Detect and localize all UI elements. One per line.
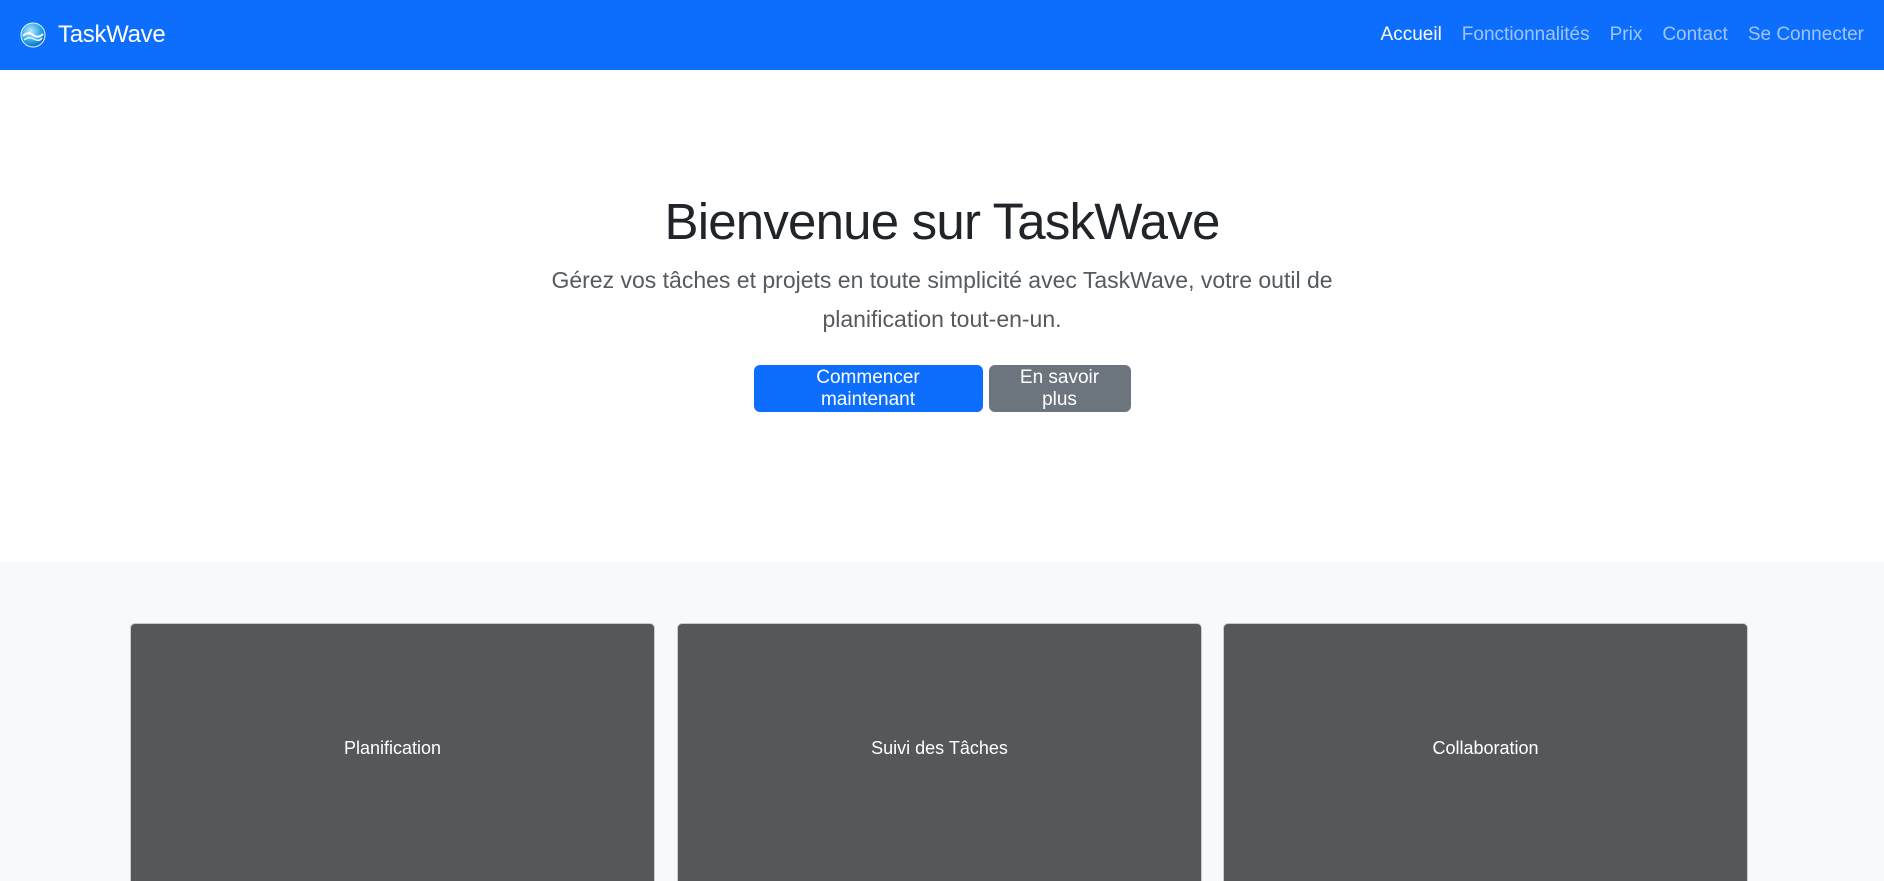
navbar: TaskWave Accueil Fonctionnalités Prix Co… [0,0,1884,70]
features-section: Planification Suivi des Tâches Collabora… [0,562,1884,881]
wave-globe-icon [20,22,46,48]
nav-links: Accueil Fonctionnalités Prix Contact Se … [1361,24,1864,46]
hero-title: Bienvenue sur TaskWave [664,193,1220,250]
feature-card-label: Suivi des Tâches [871,737,1008,758]
learn-more-button[interactable]: En savoir plus [988,365,1131,412]
hero-subtitle: Gérez vos tâches et projets en toute sim… [551,267,1333,332]
nav-link-contact[interactable]: Contact [1662,24,1727,46]
hero-section: Bienvenue sur TaskWave Gérez vos tâches … [0,70,1884,562]
brand-name: TaskWave [58,21,166,48]
feature-card-label: Planification [343,737,442,758]
brand-link[interactable]: TaskWave [20,21,166,49]
feature-card-collaboration[interactable]: Collaboration [1223,623,1748,881]
feature-card-suivi-taches[interactable]: Suivi des Tâches [677,623,1202,881]
nav-link-se-connecter[interactable]: Se Connecter [1748,24,1864,46]
feature-card-label: Collaboration [1432,737,1539,758]
nav-link-prix[interactable]: Prix [1610,24,1643,46]
feature-card-planification[interactable]: Planification [130,623,655,881]
nav-link-fonctionnalites[interactable]: Fonctionnalités [1462,24,1590,46]
nav-link-accueil[interactable]: Accueil [1381,24,1442,46]
hero-buttons: Commencer maintenant En savoir plus [0,365,1884,412]
start-now-button[interactable]: Commencer maintenant [753,365,983,412]
